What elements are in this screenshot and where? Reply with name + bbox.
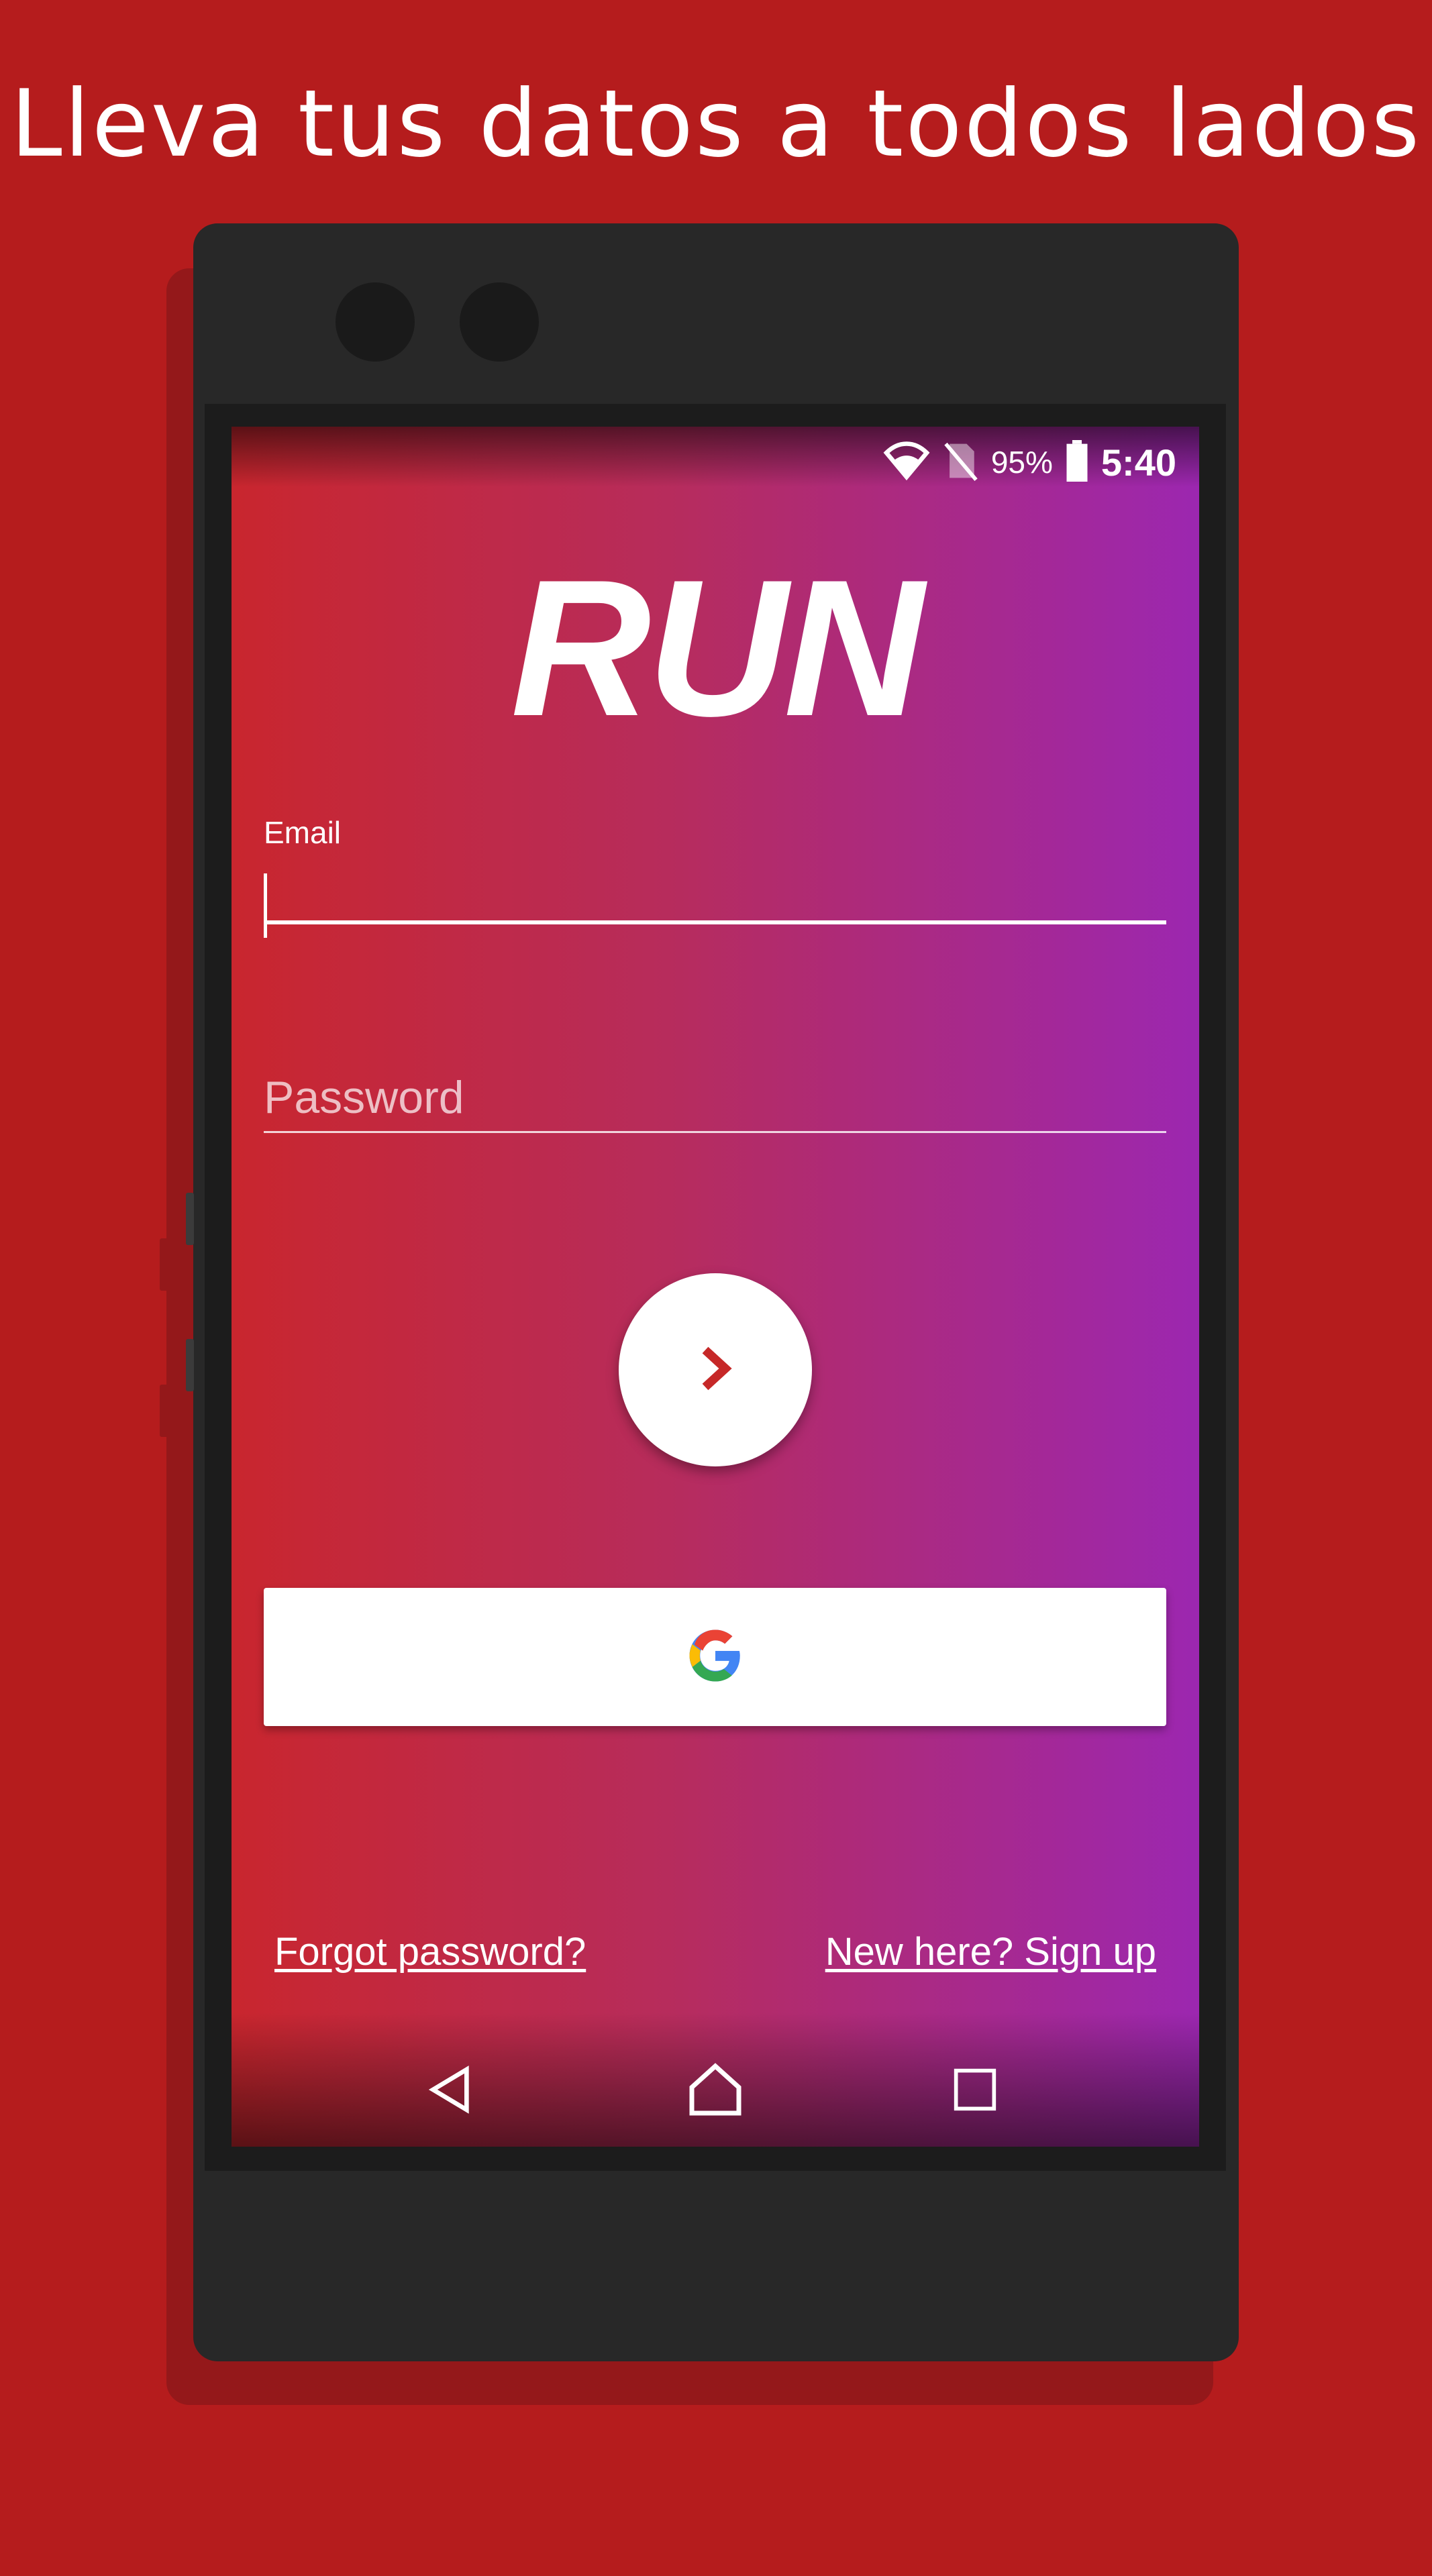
- front-camera-left: [336, 282, 415, 362]
- email-label: Email: [264, 815, 342, 850]
- navigation-bar: [232, 2019, 1199, 2147]
- next-button[interactable]: [619, 1273, 812, 1466]
- side-button-shadow-upper: [160, 1238, 169, 1291]
- volume-down-button: [186, 1339, 194, 1391]
- battery-icon: [1065, 440, 1089, 484]
- recents-icon[interactable]: [945, 2059, 1005, 2120]
- chevron-right-icon: [695, 1345, 735, 1395]
- battery-percent: 95%: [990, 445, 1053, 480]
- email-cursor: [264, 873, 267, 938]
- home-icon[interactable]: [685, 2059, 746, 2120]
- volume-up-button: [186, 1193, 194, 1245]
- app-screen: 95% 5:40 RUN Email Forgot password? New …: [232, 427, 1199, 2147]
- google-icon: [687, 1627, 744, 1686]
- status-time: 5:40: [1101, 441, 1176, 484]
- status-bar: 95% 5:40: [882, 439, 1176, 486]
- wifi-icon: [882, 440, 931, 484]
- back-icon[interactable]: [421, 2059, 481, 2120]
- google-sign-in-button[interactable]: [264, 1588, 1166, 1726]
- front-camera-right: [460, 282, 539, 362]
- no-sim-icon: [943, 440, 979, 484]
- email-field[interactable]: [264, 869, 1166, 924]
- app-logo: RUN: [510, 539, 924, 757]
- sign-up-link[interactable]: New here? Sign up: [825, 1929, 1156, 1974]
- password-field[interactable]: [264, 1064, 1166, 1133]
- forgot-password-link[interactable]: Forgot password?: [274, 1929, 586, 1974]
- headline: Lleva tus datos a todos lados: [10, 70, 1422, 178]
- side-button-shadow-lower: [160, 1385, 169, 1437]
